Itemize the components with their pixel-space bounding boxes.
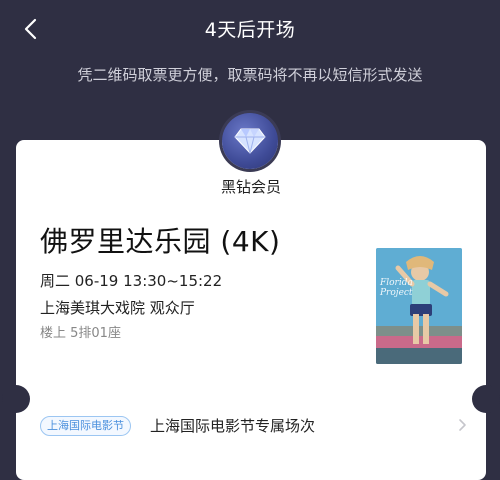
- chevron-right-icon: [459, 419, 466, 431]
- ticket-notch-right: [472, 385, 500, 413]
- seat-info: 楼上 5排01座: [40, 326, 121, 341]
- top-bar: 4天后开场: [0, 0, 500, 56]
- diamond-icon: [234, 128, 266, 154]
- movie-poster-image: Florida Project: [376, 248, 462, 364]
- qr-notice-text: 凭二维码取票更方便，取票码将不再以短信形式发送: [77, 66, 423, 84]
- showtime: 周二 06-19 13:30~15:22: [40, 272, 223, 290]
- ticket-notch-left: [2, 385, 30, 413]
- poster-artwork: [376, 248, 462, 364]
- festival-tag: 上海国际电影节: [40, 416, 131, 436]
- cinema-name: 上海美琪大戏院 观众厅: [40, 299, 195, 317]
- page-title: 4天后开场: [204, 19, 296, 41]
- member-label: 黑钻会员: [220, 178, 281, 196]
- festival-session-row[interactable]: 上海国际电影节 上海国际电影节专属场次: [34, 412, 470, 440]
- ticket-card: 黑钻会员 佛罗里达乐园 (4K) 周二 06-19 13:30~15:22 上海…: [16, 140, 486, 480]
- festival-session-text: 上海国际电影节专属场次: [150, 417, 316, 435]
- member-badge: [222, 113, 278, 169]
- movie-title: 佛罗里达乐园 (4K): [40, 225, 281, 258]
